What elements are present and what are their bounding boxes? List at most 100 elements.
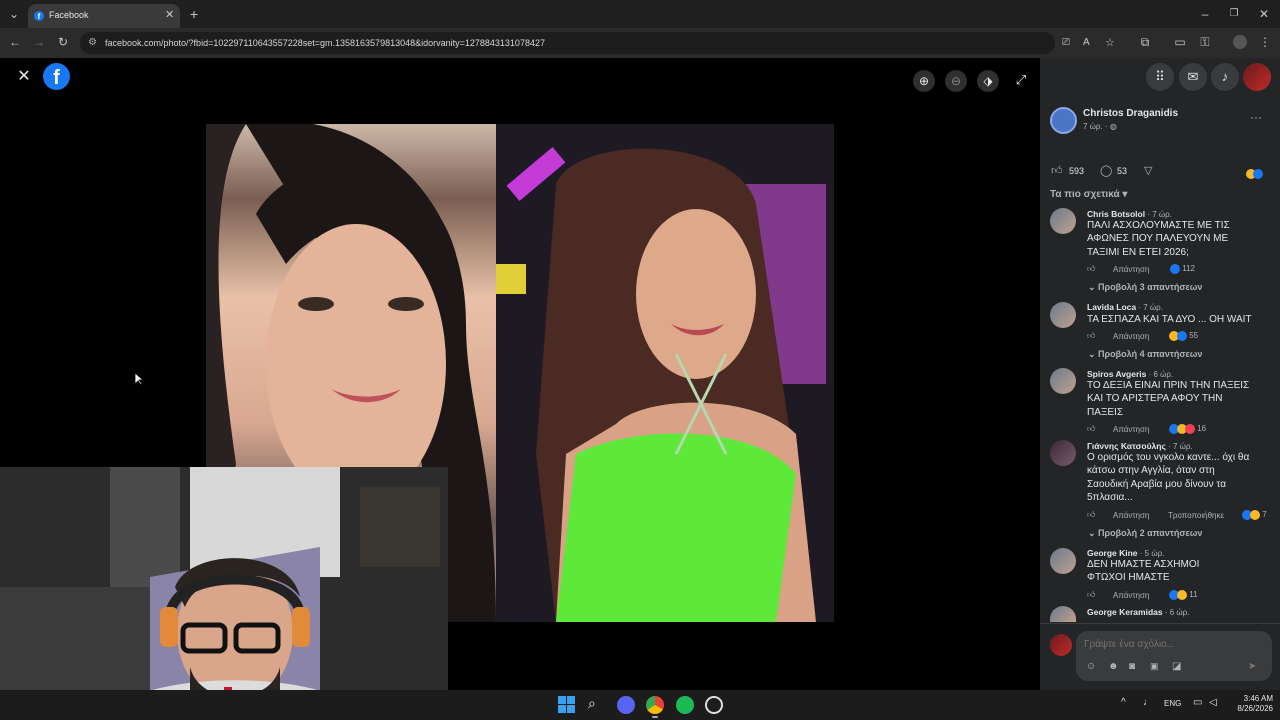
maximize-icon[interactable]: ❐ <box>1226 6 1242 22</box>
comment-like-icon[interactable]: 👍︎ <box>1087 424 1095 434</box>
bookmark-star-icon[interactable]: ☆ <box>1105 32 1115 54</box>
commenter-avatar[interactable] <box>1050 368 1076 394</box>
chrome-icon[interactable] <box>646 696 664 714</box>
comment-like-icon[interactable]: 👍︎ <box>1087 590 1095 600</box>
reply-link[interactable]: Απάντηση <box>1113 511 1149 520</box>
tag-icon[interactable]: ⬗ <box>977 70 999 92</box>
author-name[interactable]: Christos Draganidis <box>1083 108 1178 119</box>
view-replies[interactable]: ⌄ Προβολή 2 απαντήσεων <box>1088 528 1202 539</box>
zoom-in-icon[interactable]: ⊕ <box>913 70 935 92</box>
globe-icon: ◍ <box>1109 122 1117 131</box>
obs-icon[interactable] <box>705 696 723 714</box>
back-icon[interactable]: ← <box>7 34 23 50</box>
sort-label: Τα πιο σχετικά <box>1050 189 1120 200</box>
tray-chevron-up-icon[interactable]: ^ <box>1121 697 1126 708</box>
camera-icon[interactable]: ◙ <box>1129 661 1135 672</box>
comment-reactions[interactable]: 7 <box>1242 510 1267 520</box>
comment-like-icon[interactable]: 👍︎ <box>1087 264 1095 274</box>
comment-text: ΔΕΝ ΗΜΑΣΤΕ ΑΣΧΗΜΟΙ ΦΤΩΧΟΙ ΗΜΑΣΤΕ <box>1087 559 1200 584</box>
commenter-avatar[interactable] <box>1050 548 1076 574</box>
active-app-indicator <box>652 716 658 718</box>
clock[interactable]: 3:46 AM 8/26/2026 <box>1228 694 1273 714</box>
edited-label: Τροποποιήθηκε <box>1168 511 1225 520</box>
like-reaction-icon <box>1177 331 1187 341</box>
facebook-logo-icon[interactable]: f <box>43 63 70 90</box>
view-replies[interactable]: ⌄ Προβολή 4 απαντήσεων <box>1088 349 1202 360</box>
url-bar[interactable]: ⚙ facebook.com/photo/?fbid=1022971106435… <box>80 32 1115 54</box>
comment-author[interactable]: Lavida Loca · 7 ώρ. <box>1087 302 1163 312</box>
avatar-sticker-icon[interactable]: ☺ <box>1086 661 1096 672</box>
site-info-icon[interactable]: ⚙ <box>88 32 97 54</box>
like-reaction-icon <box>1253 168 1263 179</box>
extensions-icon[interactable]: ⧉ <box>1137 34 1153 50</box>
post-time-text: 7 ώρ. · <box>1083 122 1110 131</box>
commenter-avatar[interactable] <box>1050 440 1076 466</box>
gif-icon[interactable]: ▣ <box>1150 661 1159 672</box>
minimize-icon[interactable]: – <box>1197 6 1213 22</box>
like-icon[interactable]: 👍︎ <box>1051 164 1063 177</box>
comment-reactions[interactable]: 55 <box>1169 331 1198 341</box>
tab-close-icon[interactable]: ✕ <box>165 8 174 21</box>
tab-search-icon[interactable]: ⌄ <box>6 6 22 22</box>
reply-link[interactable]: Απάντηση <box>1113 591 1149 600</box>
forward-icon[interactable]: → <box>31 34 47 50</box>
comment-icon[interactable]: ◯ <box>1100 164 1112 177</box>
spotify-icon[interactable] <box>676 696 694 714</box>
comment-input[interactable] <box>1084 636 1264 652</box>
translate-icon[interactable]: A <box>1083 32 1090 54</box>
comment-author[interactable]: Γιάννης Κατσούλης · 7 ώρ. <box>1087 441 1193 451</box>
notifications-bell-icon[interactable]: ♪ <box>1211 63 1239 91</box>
reply-link[interactable]: Απάντηση <box>1113 265 1149 274</box>
webcam-overlay <box>0 467 448 720</box>
commenter-avatar[interactable] <box>1050 208 1076 234</box>
network-icon[interactable]: ▭ <box>1193 697 1202 708</box>
reply-link[interactable]: Απάντηση <box>1113 425 1149 434</box>
share-icon[interactable]: ▽ <box>1144 164 1152 177</box>
post-reactions[interactable] <box>1246 165 1263 183</box>
comment-author[interactable]: Chris Botsolol · 7 ώρ. <box>1087 209 1172 219</box>
account-avatar[interactable] <box>1243 63 1271 91</box>
messenger-icon[interactable]: ✉ <box>1179 63 1207 91</box>
tab-facebook[interactable]: f Facebook ✕ <box>28 4 180 28</box>
profile-avatar[interactable] <box>1233 35 1247 49</box>
windows-start-icon[interactable] <box>558 696 575 713</box>
emoji-icon[interactable]: ☻ <box>1108 661 1119 672</box>
comment-reactions[interactable]: 11 <box>1169 590 1198 600</box>
discord-icon[interactable] <box>617 696 635 714</box>
view-replies[interactable]: ⌄ Προβολή 3 απαντήσεων <box>1088 282 1202 293</box>
comment-author[interactable]: George Keramidas · 6 ώρ. <box>1087 607 1189 617</box>
sticker-icon[interactable]: ◪ <box>1172 661 1181 672</box>
reply-link[interactable]: Απάντηση <box>1113 332 1149 341</box>
send-icon[interactable]: ➤ <box>1248 661 1256 672</box>
window-close-icon[interactable]: ✕ <box>1256 6 1272 22</box>
language-indicator[interactable]: ENG <box>1164 699 1181 708</box>
post-options-icon[interactable]: ··· <box>1250 110 1262 124</box>
volume-icon[interactable]: ◁ <box>1209 697 1217 708</box>
comment-author[interactable]: George Kine · 5 ώρ. <box>1087 548 1164 558</box>
menu-grid-icon[interactable]: ⠿ <box>1146 63 1174 91</box>
fullscreen-icon[interactable]: ⤢ <box>1012 72 1030 90</box>
commenter-avatar[interactable] <box>1050 302 1076 328</box>
author-avatar[interactable] <box>1050 107 1077 134</box>
mouse-cursor-icon <box>134 372 144 386</box>
comment-like-icon[interactable]: 👍︎ <box>1087 331 1095 341</box>
new-tab-icon[interactable]: + <box>186 6 202 22</box>
reload-icon[interactable]: ↻ <box>55 34 71 50</box>
facebook-favicon-icon: f <box>34 11 44 21</box>
likes-count: 593 <box>1069 166 1085 176</box>
password-key-icon[interactable]: ⚿ <box>1197 34 1213 50</box>
sort-dropdown[interactable]: Τα πιο σχετικά ▾ <box>1050 189 1127 200</box>
cast-icon[interactable]: ⎚ <box>1062 32 1070 54</box>
zoom-out-icon[interactable]: ⊖ <box>945 70 967 92</box>
sidebar-icon[interactable]: ▭ <box>1172 34 1188 50</box>
comment-reactions[interactable]: 112 <box>1170 264 1195 274</box>
comment-reactions[interactable]: 16 <box>1169 424 1206 434</box>
close-viewer-icon[interactable]: ✕ <box>15 68 33 86</box>
chrome-menu-icon[interactable]: ⋮ <box>1257 34 1273 50</box>
tab-title: Facebook <box>49 10 89 20</box>
comment-composer[interactable]: ☺ ☻ ◙ ▣ ◪ ➤ <box>1076 631 1272 681</box>
comment-author[interactable]: Spiros Avgeris · 6 ώρ. <box>1087 369 1173 379</box>
search-icon[interactable]: ⌕ <box>588 695 596 712</box>
microphone-icon[interactable]: ♩ <box>1143 697 1153 708</box>
comment-like-icon[interactable]: 👍︎ <box>1087 510 1095 520</box>
